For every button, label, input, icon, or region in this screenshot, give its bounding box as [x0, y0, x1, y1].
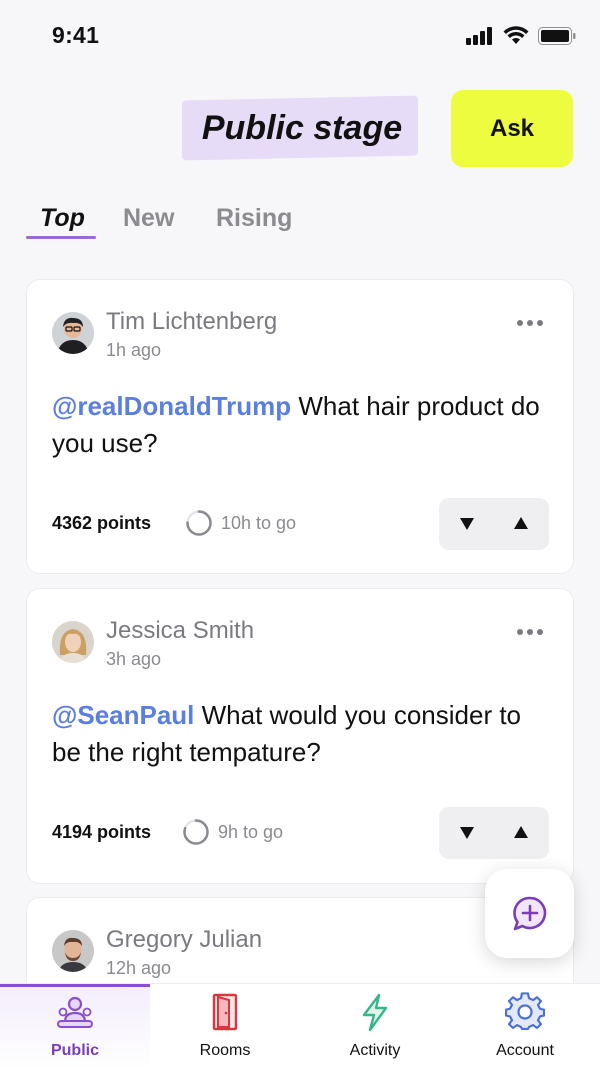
status-bar: 9:41 — [0, 0, 600, 72]
author-name[interactable]: Jessica Smith — [106, 617, 254, 645]
status-time: 9:41 — [52, 22, 100, 48]
time-remaining: 10h to go — [185, 509, 296, 537]
nav-label: Rooms — [199, 1042, 251, 1059]
question-text: @SeanPaul What would you consider to be … — [52, 697, 552, 771]
wifi-icon — [503, 26, 529, 44]
add-comment-icon — [512, 896, 546, 930]
more-options-icon[interactable] — [517, 629, 543, 635]
upvote-icon[interactable] — [513, 825, 529, 839]
tab-top[interactable]: Top — [40, 204, 85, 233]
gear-icon — [505, 992, 545, 1030]
time-remaining-label: 9h to go — [218, 821, 284, 842]
nav-item-activity[interactable]: Activity — [300, 984, 450, 1068]
cellular-signal-icon — [466, 26, 492, 45]
mention-link[interactable]: @SeanPaul — [52, 700, 194, 730]
lightning-icon — [362, 993, 388, 1032]
page-title: Public stage — [201, 108, 403, 147]
downvote-icon[interactable] — [459, 517, 475, 531]
avatar[interactable] — [52, 621, 94, 663]
nav-label: Activity — [349, 1042, 401, 1059]
nav-item-account[interactable]: Account — [450, 984, 600, 1068]
battery-icon — [538, 26, 576, 45]
active-nav-indicator — [0, 984, 150, 987]
post-timestamp: 12h ago — [106, 958, 172, 978]
nav-item-public[interactable]: Public — [0, 984, 150, 1068]
points-count: 4362 points — [52, 513, 152, 533]
author-name[interactable]: Gregory Julian — [106, 926, 262, 954]
upvote-icon[interactable] — [513, 516, 529, 530]
question-card[interactable]: Tim Lichtenberg 1h ago @realDonaldTrump … — [26, 279, 574, 574]
door-icon — [212, 993, 238, 1031]
nav-label: Public — [50, 1042, 99, 1059]
avatar[interactable] — [52, 930, 94, 972]
time-remaining-label: 10h to go — [221, 512, 297, 533]
time-remaining: 9h to go — [182, 818, 283, 846]
timer-ring-icon — [186, 510, 212, 536]
nav-label: Account — [496, 1042, 554, 1059]
vote-controls — [439, 498, 549, 550]
author-name[interactable]: Tim Lichtenberg — [106, 308, 277, 336]
timer-ring-icon — [183, 819, 209, 845]
people-icon — [57, 996, 93, 1028]
points-count: 4194 points — [52, 822, 152, 842]
question-card[interactable]: Jessica Smith 3h ago @SeanPaul What woul… — [26, 588, 574, 884]
downvote-icon[interactable] — [459, 826, 475, 840]
post-timestamp: 3h ago — [106, 649, 162, 669]
ask-button[interactable]: Ask — [451, 90, 573, 167]
status-icons — [466, 26, 576, 45]
tab-rising[interactable]: Rising — [216, 204, 292, 233]
tab-new[interactable]: New — [123, 204, 174, 233]
avatar[interactable] — [52, 312, 94, 354]
nav-item-rooms[interactable]: Rooms — [150, 984, 300, 1068]
bottom-nav: Public Rooms Activity Account — [0, 983, 600, 1068]
question-text: @realDonaldTrump What hair product do yo… — [52, 388, 552, 462]
vote-controls — [439, 807, 549, 859]
active-tab-indicator — [26, 236, 96, 239]
more-options-icon[interactable] — [517, 320, 543, 326]
mention-link[interactable]: @realDonaldTrump — [52, 391, 291, 421]
new-question-button[interactable] — [485, 869, 574, 958]
post-timestamp: 1h ago — [106, 340, 162, 360]
